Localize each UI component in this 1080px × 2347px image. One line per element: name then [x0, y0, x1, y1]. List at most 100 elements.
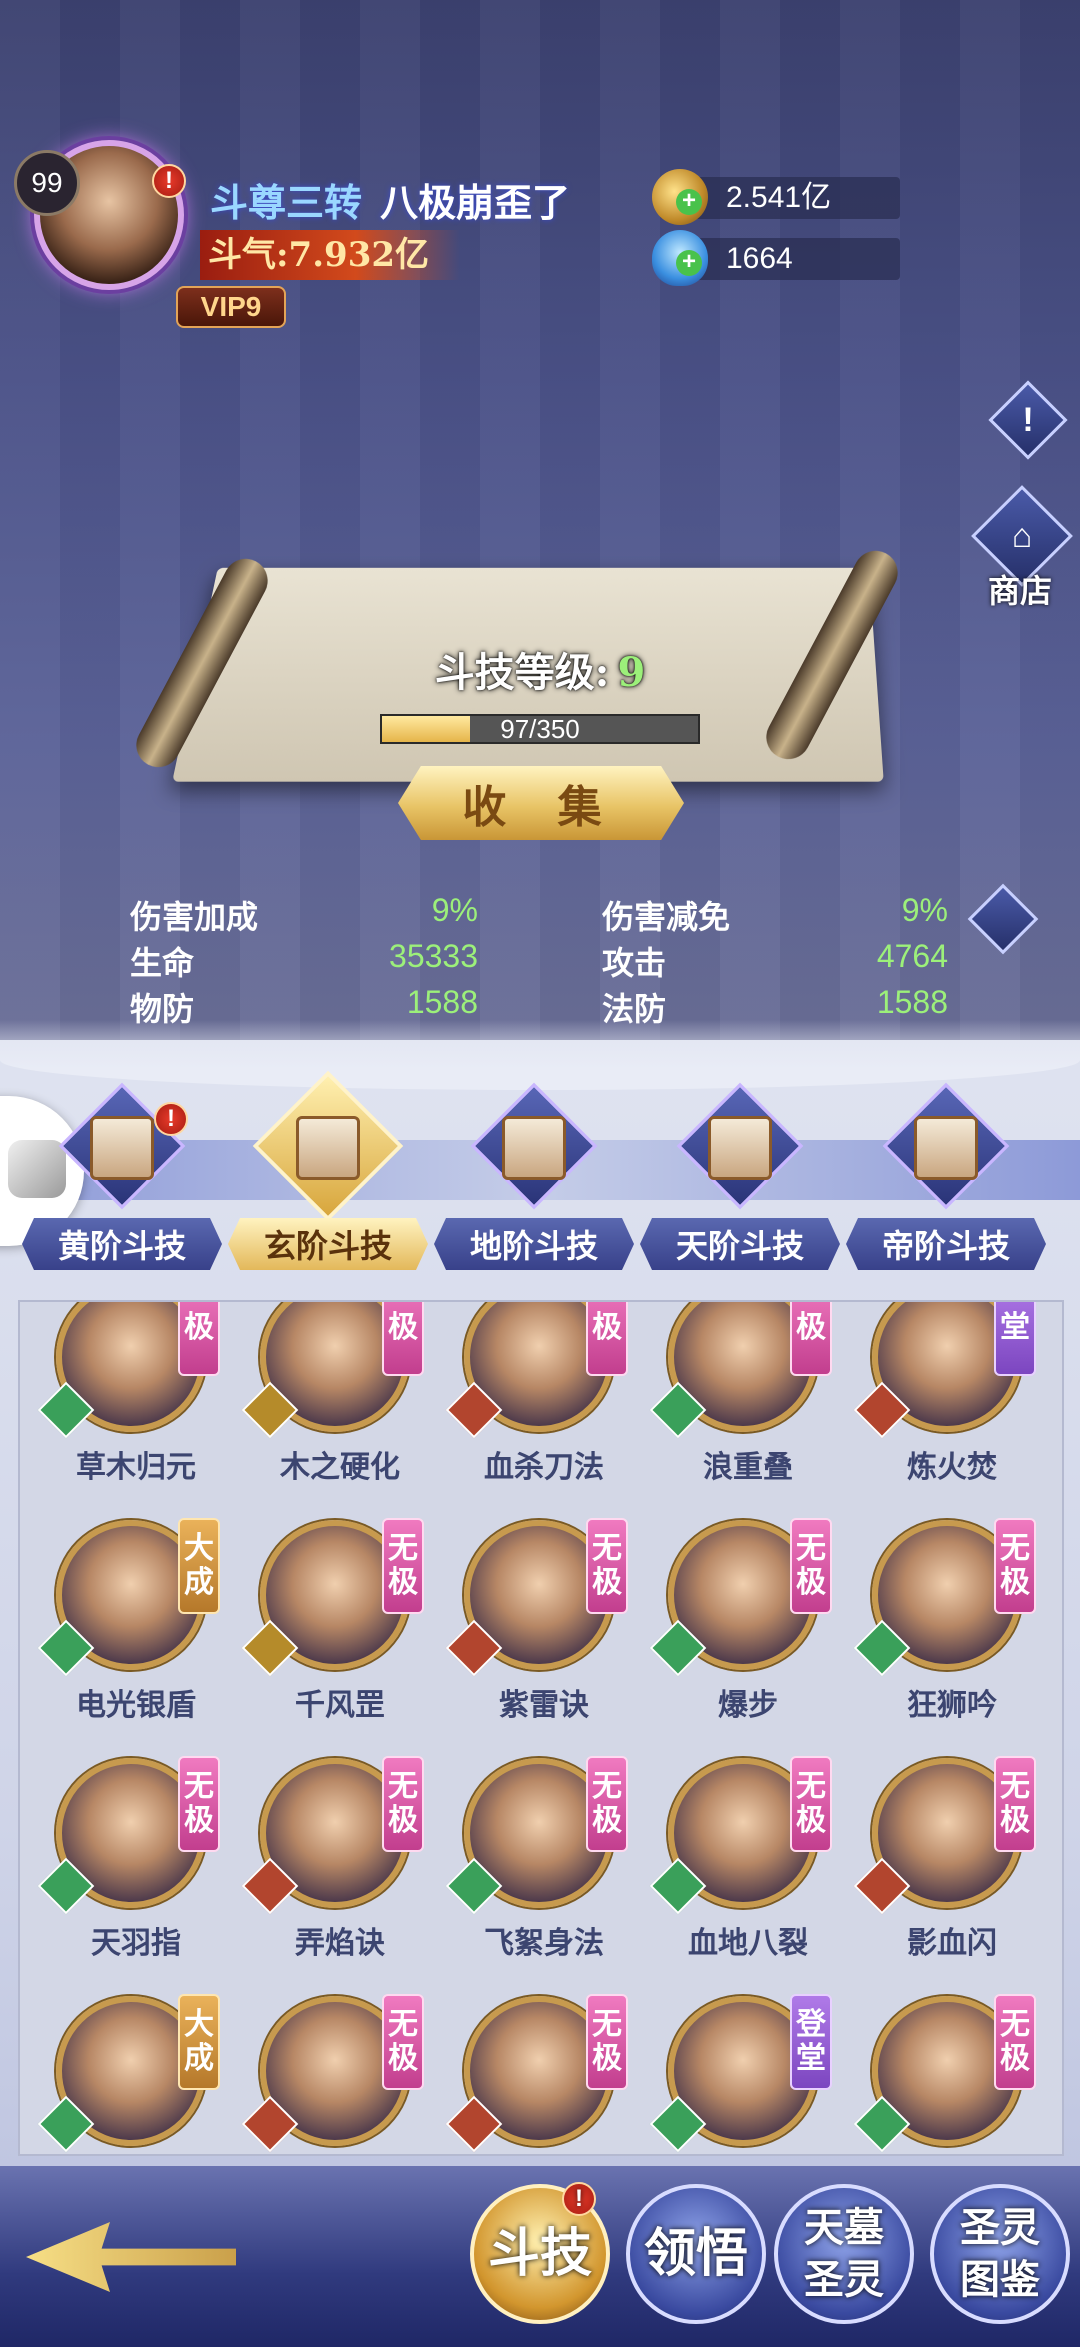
bottom-nav-button[interactable]: 天墓圣灵	[774, 2184, 914, 2324]
skill-card[interactable]: 无极千风罡	[240, 1520, 440, 1760]
gold-coin-icon: +	[652, 169, 708, 225]
gold-amount: 2.541亿	[726, 181, 831, 214]
badge-char: 无	[592, 2008, 622, 2042]
bottom-nav-label: 斗技	[488, 2228, 592, 2280]
skill-card[interactable]: 大成电光银盾	[36, 1520, 236, 1760]
badge-char: 无	[592, 1770, 622, 1804]
skill-level-label: 斗技等级:	[435, 649, 610, 696]
bottom-nav-button[interactable]: 圣灵图鉴	[930, 2184, 1070, 2324]
skill-card[interactable]: 极草木归元	[36, 1300, 236, 1522]
skill-name: 弄焰诀	[240, 1918, 440, 1962]
badge-char: 无	[388, 1770, 418, 1804]
badge-char: 极	[796, 1804, 826, 1838]
skill-card[interactable]: 极血杀刀法	[444, 1300, 644, 1522]
skill-card[interactable]: 无极	[240, 1996, 440, 2156]
badge-char: 无	[388, 2008, 418, 2042]
tab-skill-tier[interactable]: 帝阶斗技	[846, 1090, 1046, 1270]
exclamation-icon: !	[1003, 395, 1053, 445]
skill-card[interactable]: 无极	[444, 1996, 644, 2156]
skill-card[interactable]: 无极飞絮身法	[444, 1758, 644, 1998]
skill-card[interactable]: 堂炼火焚	[852, 1300, 1052, 1522]
badge-char: 极	[388, 2042, 418, 2076]
player-level: 99	[14, 150, 80, 216]
badge-char: 极	[1000, 1804, 1030, 1838]
diamond-resource[interactable]: + 1664	[660, 238, 900, 280]
player-title: 斗尊三转	[210, 180, 362, 225]
skill-card[interactable]: 无极	[852, 1996, 1052, 2156]
badge-char: 极	[796, 1566, 826, 1600]
shop-label[interactable]: 商店	[988, 566, 1052, 612]
badge-char: 极	[184, 1804, 214, 1838]
badge-char: 极	[592, 1311, 622, 1345]
stats-panel: 伤害加成 9% 伤害减免 9% 生命 35333 攻击 4764 物防 1588…	[96, 880, 966, 1024]
scroll-book-icon	[90, 1116, 154, 1180]
badge-char: 登	[796, 2008, 826, 2042]
skill-card[interactable]: 无极血地八裂	[648, 1758, 848, 1998]
skill-name: 紫雷诀	[444, 1680, 644, 1724]
skill-card[interactable]: 无极弄焰诀	[240, 1758, 440, 1998]
skill-name: 浪重叠	[648, 1442, 848, 1486]
skill-rank-badge: 无极	[586, 1756, 628, 1852]
skill-rank-badge: 无极	[790, 1756, 832, 1852]
plus-icon[interactable]: +	[676, 250, 702, 276]
skill-rank-badge: 大成	[178, 1518, 220, 1614]
avatar-alert-icon: !	[152, 164, 186, 198]
stat-row: 生命 35333 攻击 4764	[96, 928, 966, 976]
skill-card[interactable]: 极浪重叠	[648, 1300, 848, 1522]
stat-row: 物防 1588 法防 1588	[96, 976, 966, 1024]
bottom-nav-button[interactable]: 领悟	[626, 2184, 766, 2324]
stat-value: 4764	[798, 938, 948, 975]
skill-card[interactable]: 登堂	[648, 1996, 848, 2156]
tab-skill-tier[interactable]: 玄阶斗技	[228, 1090, 428, 1270]
gold-resource[interactable]: + 2.541亿	[660, 177, 900, 219]
skill-card[interactable]: 无极紫雷诀	[444, 1520, 644, 1760]
bottom-nav-label: 领悟	[644, 2228, 748, 2280]
badge-char: 极	[388, 1311, 418, 1345]
skill-rank-badge: 无极	[382, 1756, 424, 1852]
vip-badge[interactable]: VIP9	[176, 286, 286, 328]
skill-name: 电光银盾	[36, 1680, 236, 1724]
tab-skill-tier[interactable]: 黄阶斗技!	[22, 1090, 222, 1270]
skill-name: 飞絮身法	[444, 1918, 644, 1962]
badge-char: 极	[388, 1804, 418, 1838]
exp-progress-text: 97/350	[382, 716, 698, 742]
badge-char: 大	[184, 1532, 214, 1566]
diamond-icon: +	[652, 230, 708, 286]
skill-rank-badge: 大成	[178, 1994, 220, 2090]
skill-card[interactable]: 无极天羽指	[36, 1758, 236, 1998]
badge-char: 极	[1000, 2042, 1030, 2076]
stat-value: 1588	[798, 984, 948, 1021]
skill-rank-badge: 无极	[382, 1994, 424, 2090]
badge-char: 极	[796, 1311, 826, 1345]
collect-button[interactable]: 收 集	[398, 766, 684, 840]
tab-alert-icon: !	[154, 1102, 188, 1136]
plus-icon[interactable]: +	[676, 189, 702, 215]
wave-divider	[0, 1020, 1080, 1090]
bottom-nav-label: 天墓圣灵	[788, 2202, 900, 2306]
skill-name: 炼火焚	[852, 1442, 1052, 1486]
shop-icon: ⌂	[989, 503, 1055, 569]
diamond-amount: 1664	[726, 242, 793, 275]
badge-char: 无	[796, 1770, 826, 1804]
skill-card[interactable]: 极木之硬化	[240, 1300, 440, 1522]
tab-label: 天阶斗技	[640, 1218, 840, 1270]
skill-card[interactable]: 无极爆步	[648, 1520, 848, 1760]
badge-char: 成	[184, 1566, 214, 1600]
skill-rank-badge: 无极	[994, 1756, 1036, 1852]
badge-char: 堂	[796, 2042, 826, 2076]
badge-char: 无	[592, 1532, 622, 1566]
skill-name: 千风罡	[240, 1680, 440, 1724]
tab-skill-tier[interactable]: 天阶斗技	[640, 1090, 840, 1270]
skill-card[interactable]: 大成	[36, 1996, 236, 2156]
stat-value: 9%	[798, 892, 948, 929]
bottom-nav-button[interactable]: 斗技!	[470, 2184, 610, 2324]
skill-card[interactable]: 无极影血闪	[852, 1758, 1052, 1998]
skill-name: 影血闪	[852, 1918, 1052, 1962]
skill-name: 爆步	[648, 1680, 848, 1724]
skill-level-value: 9	[617, 649, 645, 696]
badge-char: 无	[184, 1770, 214, 1804]
badge-char: 极	[592, 1566, 622, 1600]
combat-power: 斗气:7.932亿	[200, 230, 460, 280]
tab-skill-tier[interactable]: 地阶斗技	[434, 1090, 634, 1270]
skill-card[interactable]: 无极狂狮吟	[852, 1520, 1052, 1760]
